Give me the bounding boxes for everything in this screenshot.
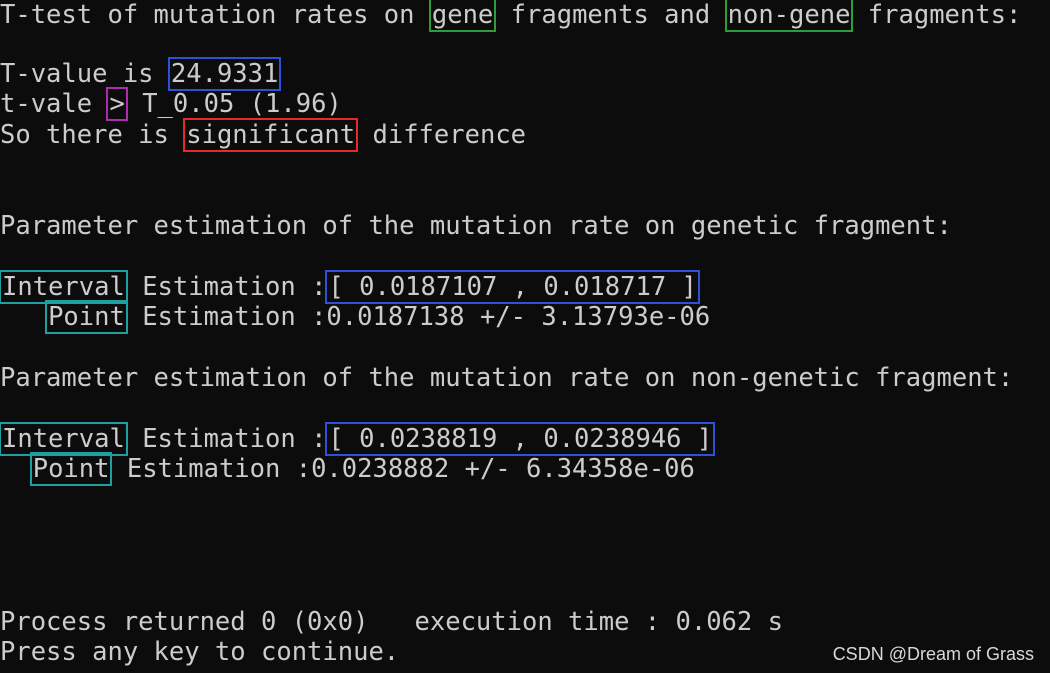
conclusion-line: So there is significant difference xyxy=(0,118,527,152)
significant-highlight: significant xyxy=(183,118,359,152)
nongenetic-interval-value: [ 0.0238819 , 0.0238946 ] xyxy=(325,422,716,456)
nongenetic-point-label: Point xyxy=(29,452,113,486)
genetic-interval-text: Estimation : xyxy=(142,272,327,302)
csdn-watermark: CSDN @Dream of Grass xyxy=(832,644,1034,664)
tvalue-line: T-value is 24.9331 xyxy=(0,57,282,91)
process-returned-line: Process returned 0 (0x0) execution time … xyxy=(0,607,783,637)
genetic-point-label: Point xyxy=(45,300,128,334)
genetic-heading: Parameter estimation of the mutation rat… xyxy=(0,211,952,241)
conclusion-suffix: difference xyxy=(372,120,527,150)
nongenetic-point-line: Point Estimation :0.0238882 +/- 6.34358e… xyxy=(0,452,695,486)
genetic-interval-label: Interval xyxy=(0,270,128,304)
title-part3: fragments: xyxy=(867,0,1022,30)
nongenetic-interval-text: Estimation : xyxy=(142,424,327,454)
tvalue-highlight: 24.9331 xyxy=(167,57,282,91)
nongenetic-interval-line: Interval Estimation :[ 0.0238819 , 0.023… xyxy=(0,422,716,456)
console-window: T-test of mutation rates on gene fragmen… xyxy=(0,0,1050,673)
nongenetic-heading: Parameter estimation of the mutation rat… xyxy=(0,363,1014,393)
compare-threshold: T_0.05 (1.96) xyxy=(142,89,342,119)
compare-line: t-vale > T_0.05 (1.96) xyxy=(0,87,342,121)
title-part1: T-test of mutation rates on xyxy=(0,0,415,30)
title-part2: fragments and xyxy=(510,0,711,30)
genetic-interval-value: [ 0.0187107 , 0.018717 ] xyxy=(325,270,700,304)
test-title-line: T-test of mutation rates on gene fragmen… xyxy=(0,0,1022,32)
conclusion-prefix: So there is xyxy=(0,120,169,150)
compare-label: t-vale xyxy=(0,89,93,119)
genetic-interval-line: Interval Estimation :[ 0.0187107 , 0.018… xyxy=(0,270,700,304)
genetic-point-line: Point Estimation :0.0187138 +/- 3.13793e… xyxy=(0,300,711,334)
non-gene-highlight: non-gene xyxy=(724,0,854,32)
gene-highlight: gene xyxy=(428,0,497,32)
tvalue-label: T-value is xyxy=(0,59,154,89)
nongenetic-interval-label: Interval xyxy=(0,422,128,456)
nongenetic-point-text: Estimation :0.0238882 +/- 6.34358e-06 xyxy=(126,454,695,484)
genetic-point-text: Estimation :0.0187138 +/- 3.13793e-06 xyxy=(142,302,711,332)
operator-highlight: > xyxy=(106,87,128,121)
press-any-key-line: Press any key to continue. xyxy=(0,637,400,667)
